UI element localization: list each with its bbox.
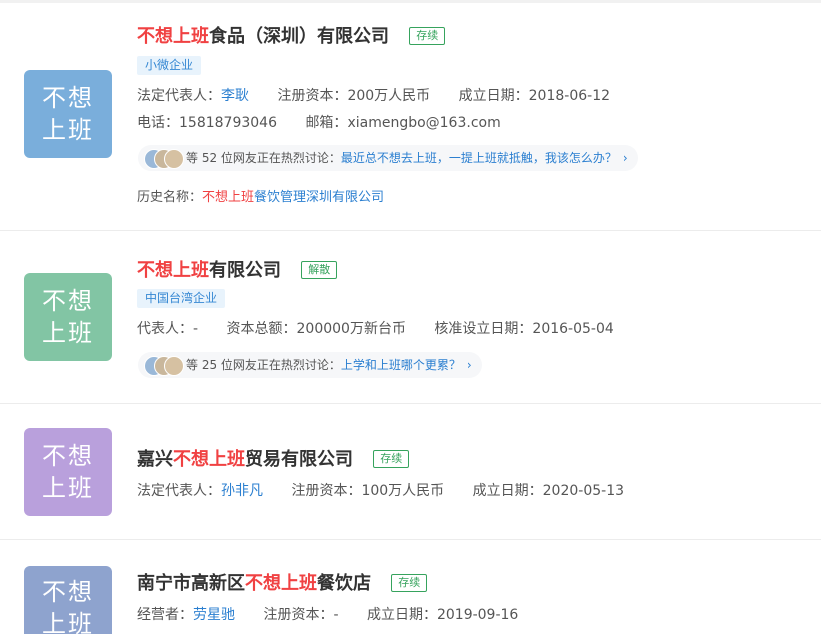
contact-row: 电话：15818793046 邮箱：xiamengbo@163.com (137, 112, 525, 132)
company-card: 不想 上班 嘉兴不想上班贸易有限公司 存续 法定代表人：孙非凡 注册资本：100… (0, 403, 821, 540)
founded-date-field: 成立日期：2018-06-12 (459, 85, 610, 105)
company-name-rest: 有限公司 (209, 260, 281, 281)
registered-capital-field: 注册资本：- (263, 604, 338, 624)
logo-text-line2: 上班 (42, 319, 94, 347)
status-badge: 存续 (409, 27, 446, 45)
logo-text-line2: 上班 (42, 474, 94, 502)
field-label: 成立日期： (458, 88, 529, 104)
field-label: 注册资本： (277, 88, 348, 104)
registered-capital-field: 注册资本：100万人民币 (291, 480, 444, 500)
field-label: 电话： (137, 115, 179, 131)
chevron-right-icon: › (466, 358, 472, 372)
user-avatars-icon (138, 352, 186, 378)
representative-field: 代表人：- (137, 318, 198, 338)
operator-field: 经营者：劳星驰 (137, 604, 235, 624)
phone-field: 电话：15818793046 (137, 112, 277, 132)
info-row: 代表人：- 资本总额：200000万新台币 核准设立日期：2016-05-04 (137, 318, 638, 338)
field-value: 2020-05-13 (542, 483, 625, 499)
legal-rep-link[interactable]: 李耿 (221, 88, 249, 104)
company-tag[interactable]: 中国台湾企业 (137, 289, 226, 308)
field-value: 15818793046 (179, 115, 277, 131)
status-badge: 解散 (301, 261, 338, 279)
discussion-question-link[interactable]: 上学和上班哪个更累？ (341, 358, 461, 372)
field-value: 200000万新台币 (296, 321, 406, 337)
field-label: 历史名称： (137, 190, 203, 205)
history-name-link[interactable]: 餐饮管理深圳有限公司 (254, 190, 384, 205)
discussion-pill[interactable]: 等 52 位网友正在热烈讨论：最近总不想去上班，一提上班就抵触，我该怎么办？ › (138, 145, 638, 171)
discussion-count: 等 52 位网友正在热烈讨论： (186, 151, 341, 165)
company-name-highlight: 不想上班 (137, 260, 209, 281)
field-value: - (333, 607, 339, 623)
field-value: 100万人民币 (361, 483, 445, 499)
company-logo[interactable]: 不想 上班 (24, 273, 112, 361)
total-capital-field: 资本总额：200000万新台币 (227, 318, 406, 338)
company-name-link[interactable]: 不想上班有限公司 解散 (137, 256, 338, 282)
field-value: 200万人民币 (347, 88, 431, 104)
logo-text-line1: 不想 (42, 442, 94, 470)
logo-text-line2: 上班 (42, 116, 94, 144)
company-name-link[interactable]: 不想上班食品（深圳）有限公司 存续 (137, 22, 446, 48)
field-value: - (193, 321, 199, 337)
company-name-link[interactable]: 南宁市高新区不想上班餐饮店 存续 (137, 569, 428, 595)
info-row: 经营者：劳星驰 注册资本：- 成立日期：2019-09-16 (137, 604, 542, 624)
company-name-rest: 餐饮店 (317, 573, 371, 594)
field-label: 经营者： (137, 607, 193, 623)
field-label: 法定代表人： (137, 88, 221, 104)
history-name-highlight[interactable]: 不想上班 (202, 190, 254, 205)
operator-link[interactable]: 劳星驰 (193, 607, 235, 623)
company-name-highlight: 不想上班 (173, 449, 245, 470)
company-name-rest: 食品（深圳）有限公司 (209, 26, 389, 47)
field-label: 法定代表人： (137, 483, 221, 499)
logo-text-line1: 不想 (42, 84, 94, 112)
user-avatars-icon (138, 145, 186, 171)
company-name-link[interactable]: 嘉兴不想上班贸易有限公司 存续 (137, 445, 410, 471)
field-label: 成立日期： (472, 483, 543, 499)
field-value: xiamengbo@163.com (347, 115, 501, 131)
company-card: 不想 上班 南宁市高新区不想上班餐饮店 存续 经营者：劳星驰 注册资本：- 成立… (0, 539, 821, 634)
company-tag[interactable]: 小微企业 (137, 56, 202, 75)
field-label: 成立日期： (366, 607, 437, 623)
company-name-prefix: 嘉兴 (137, 449, 173, 470)
company-logo[interactable]: 不想 上班 (24, 70, 112, 158)
discussion-count: 等 25 位网友正在热烈讨论： (186, 358, 341, 372)
logo-text-line2: 上班 (42, 610, 94, 634)
logo-text-line1: 不想 (42, 578, 94, 606)
company-name-prefix: 南宁市高新区 (137, 573, 245, 594)
field-value: 2018-06-12 (528, 88, 611, 104)
discussion-question-link[interactable]: 最近总不想去上班，一提上班就抵触，我该怎么办？ (341, 151, 617, 165)
approval-date-field: 核准设立日期：2016-05-04 (434, 318, 613, 338)
logo-text-line1: 不想 (42, 287, 94, 315)
status-badge: 存续 (373, 450, 410, 468)
company-name-highlight: 不想上班 (137, 26, 209, 47)
legal-rep-field: 法定代表人：孙非凡 (137, 480, 263, 500)
company-logo[interactable]: 不想 上班 (24, 428, 112, 516)
history-name-row: 历史名称：不想上班餐饮管理深圳有限公司 (137, 186, 384, 205)
field-label: 注册资本： (263, 607, 334, 623)
founded-date-field: 成立日期：2020-05-13 (473, 480, 624, 500)
legal-rep-field: 法定代表人：李耿 (137, 85, 249, 105)
founded-date-field: 成立日期：2019-09-16 (367, 604, 518, 624)
field-label: 邮箱： (305, 115, 348, 131)
discussion-pill[interactable]: 等 25 位网友正在热烈讨论：上学和上班哪个更累？ › (138, 352, 482, 378)
company-card: 不想 上班 不想上班食品（深圳）有限公司 存续 小微企业 法定代表人：李耿 注册… (0, 0, 821, 231)
company-logo[interactable]: 不想 上班 (24, 566, 112, 634)
status-badge: 存续 (391, 574, 428, 592)
company-card: 不想 上班 不想上班有限公司 解散 中国台湾企业 代表人：- 资本总额：2000… (0, 230, 821, 404)
chevron-right-icon: › (622, 151, 628, 165)
company-name-rest: 贸易有限公司 (245, 449, 353, 470)
field-label: 注册资本： (291, 483, 362, 499)
registered-capital-field: 注册资本：200万人民币 (277, 85, 430, 105)
email-field: 邮箱：xiamengbo@163.com (305, 112, 500, 132)
field-value: 2016-05-04 (532, 321, 614, 337)
info-row: 法定代表人：孙非凡 注册资本：100万人民币 成立日期：2020-05-13 (137, 480, 648, 500)
legal-rep-link[interactable]: 孙非凡 (221, 483, 263, 499)
field-value: 2019-09-16 (436, 607, 519, 623)
company-name-highlight: 不想上班 (245, 573, 317, 594)
field-label: 代表人： (137, 321, 193, 337)
field-label: 核准设立日期： (434, 321, 533, 337)
field-label: 资本总额： (226, 321, 297, 337)
info-row: 法定代表人：李耿 注册资本：200万人民币 成立日期：2018-06-12 (137, 85, 634, 105)
